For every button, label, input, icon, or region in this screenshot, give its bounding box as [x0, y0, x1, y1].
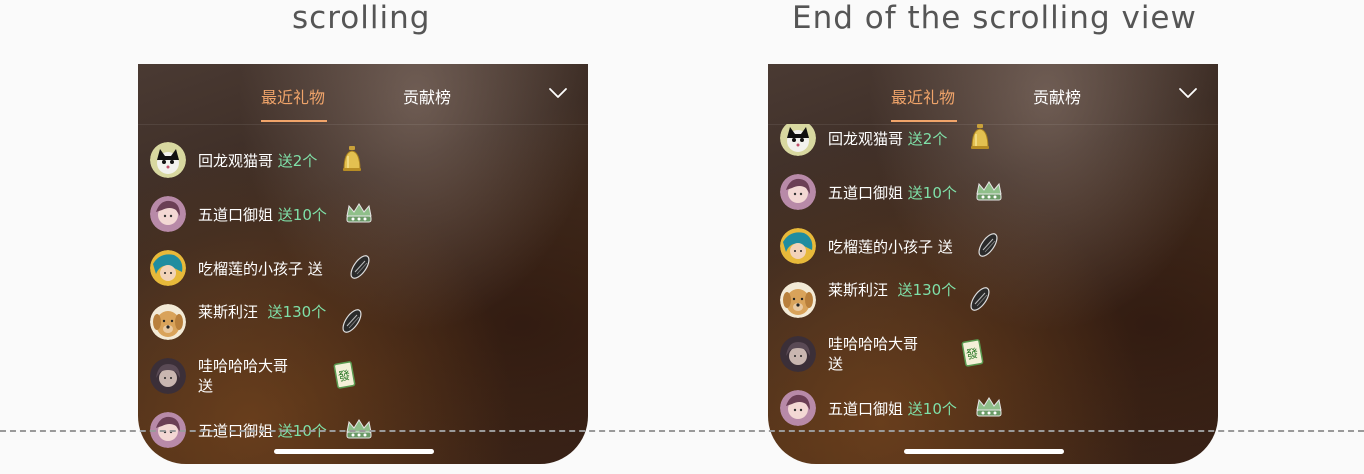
tab-recent-gifts[interactable]: 最近礼物	[891, 84, 955, 108]
tab-recent-gifts[interactable]: 最近礼物	[261, 84, 325, 108]
mahjong-tile-icon: 發	[961, 339, 984, 367]
avatar	[780, 124, 816, 156]
tab-bar: 最近礼物 贡献榜	[768, 64, 1218, 125]
avatar	[780, 282, 816, 318]
active-tab-indicator	[891, 120, 957, 122]
avatar	[150, 196, 186, 232]
sunflower-seed-icon	[350, 255, 370, 279]
list-item-text: 五道口御姐 送10个	[198, 206, 327, 224]
avatar	[150, 358, 186, 394]
list-item-text: 回龙观猫哥 送2个	[828, 130, 948, 148]
tab-contribution-rank[interactable]: 贡献榜	[403, 84, 451, 108]
list-item[interactable]: 哇哈哈哈大哥送 發	[150, 357, 570, 398]
list-item[interactable]: 回龙观猫哥 送2个	[780, 124, 1200, 160]
list-item[interactable]: 五道口御姐 送10个	[780, 390, 1200, 430]
list-item[interactable]: 莱斯利汪 送130个	[150, 303, 570, 344]
list-item-text: 哇哈哈哈大哥送	[198, 357, 289, 395]
gold-bell-icon	[343, 146, 361, 171]
sunflower-seed-icon	[978, 233, 998, 257]
chevron-down-icon[interactable]	[548, 86, 568, 100]
list-item[interactable]: 五道口御姐 送10个	[150, 196, 570, 236]
list-item-text: 莱斯利汪 送130个	[198, 303, 327, 321]
avatar	[150, 142, 186, 178]
list-item-text: 哇哈哈哈大哥送	[828, 335, 919, 373]
avatar	[780, 390, 816, 426]
avatar	[150, 250, 186, 286]
avatar	[780, 336, 816, 372]
tab-contribution-rank[interactable]: 贡献榜	[1033, 84, 1081, 108]
mahjong-tile-icon: 發	[333, 361, 356, 389]
list-item[interactable]: 吃榴莲的小孩子 送	[780, 228, 1200, 268]
tab-bar: 最近礼物 贡献榜	[138, 64, 588, 125]
svg-text:發: 發	[337, 367, 351, 384]
avatar	[780, 174, 816, 210]
active-tab-indicator	[261, 120, 327, 122]
list-item-text: 吃榴莲的小孩子 送	[198, 260, 323, 278]
list-item[interactable]: 回龙观猫哥 送2个	[150, 142, 570, 182]
list-item-text: 莱斯利汪 送130个	[828, 281, 957, 299]
crown-icon	[346, 419, 372, 439]
svg-text:發: 發	[965, 345, 979, 362]
gift-panel-end-of-scroll: 最近礼物 贡献榜 回龙观猫哥 送2个 五道口御姐 送10个 吃榴莲的小孩子 送 …	[768, 64, 1218, 464]
list-item[interactable]: 五道口御姐 送10个	[780, 174, 1200, 214]
list-item[interactable]: 莱斯利汪 送130个	[780, 281, 1200, 322]
list-item[interactable]: 五道口御姐 送10个	[150, 412, 570, 452]
sunflower-seed-icon	[342, 309, 362, 333]
safe-area-dashed-line	[0, 430, 1364, 432]
list-item[interactable]: 吃榴莲的小孩子 送	[150, 250, 570, 290]
list-item[interactable]: 哇哈哈哈大哥送 發	[780, 335, 1200, 376]
gift-list[interactable]: 回龙观猫哥 送2个 五道口御姐 送10个 吃榴莲的小孩子 送 莱斯利汪 送130…	[768, 124, 1218, 464]
crown-icon	[976, 397, 1002, 417]
caption-scrolling: scrolling	[292, 0, 431, 36]
home-indicator[interactable]	[904, 449, 1064, 454]
chevron-down-icon[interactable]	[1178, 86, 1198, 100]
avatar	[780, 228, 816, 264]
list-item-text: 吃榴莲的小孩子 送	[828, 238, 953, 256]
crown-icon	[976, 181, 1002, 201]
avatar	[150, 304, 186, 340]
gift-panel-scrolling: 最近礼物 贡献榜 回龙观猫哥 送2个 五道口御姐 送10个 吃榴莲的小孩子 送 …	[138, 64, 588, 464]
list-item-text: 五道口御姐 送10个	[828, 400, 957, 418]
list-item-text: 五道口御姐 送10个	[828, 184, 957, 202]
gift-list[interactable]: 回龙观猫哥 送2个 五道口御姐 送10个 吃榴莲的小孩子 送 莱斯利汪 送130…	[138, 124, 588, 464]
gold-bell-icon	[971, 124, 989, 149]
sunflower-seed-icon	[970, 287, 990, 311]
caption-end-of-scrolling: End of the scrolling view	[792, 0, 1197, 36]
home-indicator[interactable]	[274, 449, 434, 454]
list-item-text: 回龙观猫哥 送2个	[198, 152, 318, 170]
crown-icon	[346, 203, 372, 223]
